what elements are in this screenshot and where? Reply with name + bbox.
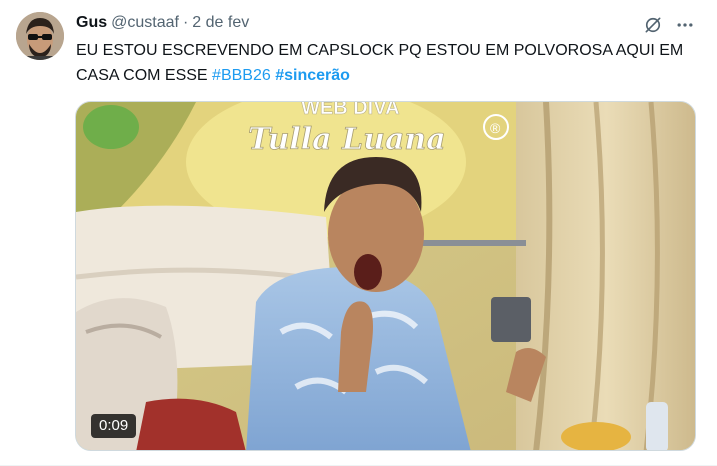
grok-icon <box>645 17 661 33</box>
tweet-header: Gus @custaaf · 2 de fev <box>76 13 249 33</box>
tweet-text-body: EU ESTOU ESCREVENDO EM CAPSLOCK PQ ESTOU… <box>76 42 684 84</box>
avatar[interactable] <box>16 12 64 60</box>
author-name[interactable]: Gus <box>76 14 107 32</box>
hashtag-bbb26[interactable]: #BBB26 <box>212 67 271 84</box>
tweet[interactable]: Gus @custaaf · 2 de fev EU ESTOU ESCREVE… <box>0 0 717 466</box>
watermark-mark: ® <box>490 120 501 136</box>
author-handle[interactable]: @custaaf <box>111 14 179 32</box>
more-horizontal-icon <box>677 23 693 27</box>
grok-button[interactable] <box>641 13 665 37</box>
video-player[interactable]: WEB DIVA Tulla Luana ® 0:09 <box>75 101 696 451</box>
watermark-line1: WEB DIVA <box>301 102 400 119</box>
tweet-date[interactable]: 2 de fev <box>192 14 249 32</box>
watermark-line2: Tulla Luana <box>248 122 446 157</box>
video-frame: WEB DIVA Tulla Luana ® <box>76 102 695 450</box>
hashtag-sincerao[interactable]: #sincerão <box>275 67 350 84</box>
tweet-text: EU ESTOU ESCREVENDO EM CAPSLOCK PQ ESTOU… <box>76 38 706 88</box>
more-button[interactable] <box>673 13 697 37</box>
video-duration-badge: 0:09 <box>91 414 137 438</box>
separator-dot: · <box>182 14 189 31</box>
avatar-image <box>16 12 64 60</box>
